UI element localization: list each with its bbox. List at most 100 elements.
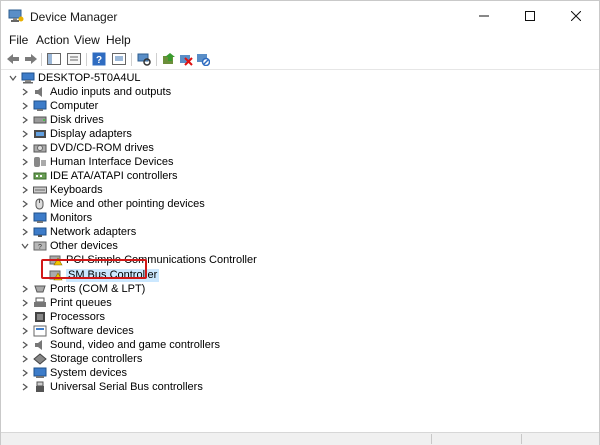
chevron-down-icon[interactable] (19, 240, 31, 252)
chevron-right-icon[interactable] (19, 226, 31, 238)
tree-item[interactable]: Disk drives (19, 113, 104, 127)
tree-item-label: Keyboards (50, 183, 103, 196)
menu-help[interactable]: Help (104, 32, 133, 48)
tree-item[interactable]: Processors (19, 310, 105, 324)
show-view-icon (112, 53, 126, 65)
tree-item-label: DVD/CD-ROM drives (50, 141, 154, 154)
tree-item-label: Storage controllers (50, 352, 143, 365)
chevron-right-icon[interactable] (19, 381, 31, 393)
chevron-right-icon[interactable] (19, 212, 31, 224)
chevron-down-icon[interactable] (7, 72, 19, 84)
tree-item-label: Human Interface Devices (50, 155, 174, 168)
tree-item[interactable]: Storage controllers (19, 352, 142, 366)
properties-button[interactable] (66, 51, 82, 67)
update-driver-button[interactable] (161, 51, 177, 67)
uninstall-device-button[interactable] (178, 51, 194, 67)
back-button[interactable] (5, 51, 21, 67)
tree-item-label: Sound, video and game controllers (50, 338, 220, 351)
usb-icon (33, 381, 47, 393)
tree-item-other-devices[interactable]: ? Other devices (19, 239, 118, 253)
title-bar[interactable]: Device Manager (1, 1, 599, 31)
chevron-right-icon[interactable] (19, 367, 31, 379)
chevron-right-icon[interactable] (19, 297, 31, 309)
chevron-right-icon[interactable] (19, 156, 31, 168)
scan-hardware-icon (137, 53, 151, 66)
chevron-right-icon[interactable] (19, 311, 31, 323)
tree-item-label: Universal Serial Bus controllers (50, 380, 203, 393)
menu-file[interactable]: File (7, 32, 30, 48)
disable-device-button[interactable] (195, 51, 211, 67)
root-label: DESKTOP-5T0A4UL (38, 71, 141, 84)
disable-device-icon (197, 54, 210, 66)
tree-item[interactable]: Human Interface Devices (19, 155, 174, 169)
menu-view[interactable]: View (72, 32, 102, 48)
ide-controller-icon (33, 170, 47, 182)
menu-action[interactable]: Action (34, 32, 71, 48)
mouse-icon (33, 198, 47, 210)
toolbar-separator (86, 53, 87, 66)
chevron-right-icon[interactable] (19, 198, 31, 210)
processor-icon (33, 311, 47, 323)
help-button[interactable]: ? (91, 51, 107, 67)
device-tree[interactable]: DESKTOP-5T0A4UL Audio inputs and outputs… (1, 70, 599, 432)
tree-item[interactable]: Computer (19, 99, 98, 113)
close-button[interactable] (553, 1, 599, 31)
tree-item[interactable]: Network adapters (19, 225, 136, 239)
tree-item-label: Software devices (50, 324, 134, 337)
close-icon (571, 11, 581, 21)
chevron-right-icon[interactable] (19, 184, 31, 196)
tree-item[interactable]: DVD/CD-ROM drives (19, 141, 154, 155)
minimize-button[interactable] (461, 1, 507, 31)
chevron-right-icon[interactable] (19, 170, 31, 182)
tree-item-label: Print queues (50, 296, 112, 309)
printer-icon (33, 297, 47, 309)
chevron-right-icon[interactable] (19, 142, 31, 154)
monitor-icon (33, 212, 47, 224)
tree-item[interactable]: Sound, video and game controllers (19, 338, 220, 352)
tree-item[interactable]: Print queues (19, 296, 112, 310)
chevron-right-icon[interactable] (19, 325, 31, 337)
software-device-icon (33, 325, 47, 337)
display-adapter-icon (33, 128, 47, 140)
tree-item[interactable]: Universal Serial Bus controllers (19, 380, 203, 394)
tree-item[interactable]: Ports (COM & LPT) (19, 282, 145, 296)
help-icon: ? (92, 52, 106, 66)
highlight-box (41, 259, 147, 279)
tree-item[interactable]: Keyboards (19, 183, 103, 197)
maximize-button[interactable] (507, 1, 553, 31)
tree-item-label: Audio inputs and outputs (50, 85, 172, 98)
show-view-button[interactable] (111, 51, 127, 67)
forward-button[interactable] (23, 51, 39, 67)
chevron-right-icon[interactable] (19, 128, 31, 140)
chevron-right-icon[interactable] (19, 114, 31, 126)
storage-controller-icon (33, 353, 47, 365)
chevron-right-icon[interactable] (19, 339, 31, 351)
system-devices-icon (33, 367, 47, 379)
tree-item-label: IDE ATA/ATAPI controllers (50, 169, 178, 182)
tree-item[interactable]: System devices (19, 366, 127, 380)
tree-item[interactable]: Monitors (19, 211, 92, 225)
tree-item[interactable]: Display adapters (19, 127, 132, 141)
tree-root-node[interactable]: DESKTOP-5T0A4UL (7, 71, 141, 85)
show-hide-console-tree-button[interactable] (46, 51, 62, 67)
tree-item[interactable]: Mice and other pointing devices (19, 197, 205, 211)
tree-item[interactable]: Audio inputs and outputs (19, 85, 171, 99)
chevron-right-icon[interactable] (19, 283, 31, 295)
svg-text:?: ? (38, 244, 42, 251)
chevron-right-icon[interactable] (19, 353, 31, 365)
tree-item[interactable]: Software devices (19, 324, 134, 338)
chevron-right-icon[interactable] (19, 86, 31, 98)
device-manager-app-icon (8, 9, 24, 23)
forward-arrow-icon (25, 54, 37, 64)
tree-item[interactable]: IDE ATA/ATAPI controllers (19, 169, 178, 183)
chevron-right-icon[interactable] (19, 100, 31, 112)
uninstall-device-icon (180, 55, 193, 66)
back-arrow-icon (7, 54, 19, 64)
scan-hardware-button[interactable] (136, 51, 152, 67)
svg-text:?: ? (96, 55, 102, 66)
status-bar (1, 432, 599, 445)
hid-icon (33, 156, 47, 168)
computer-icon (21, 72, 35, 84)
port-icon (33, 283, 47, 295)
toolbar-separator (131, 53, 132, 66)
